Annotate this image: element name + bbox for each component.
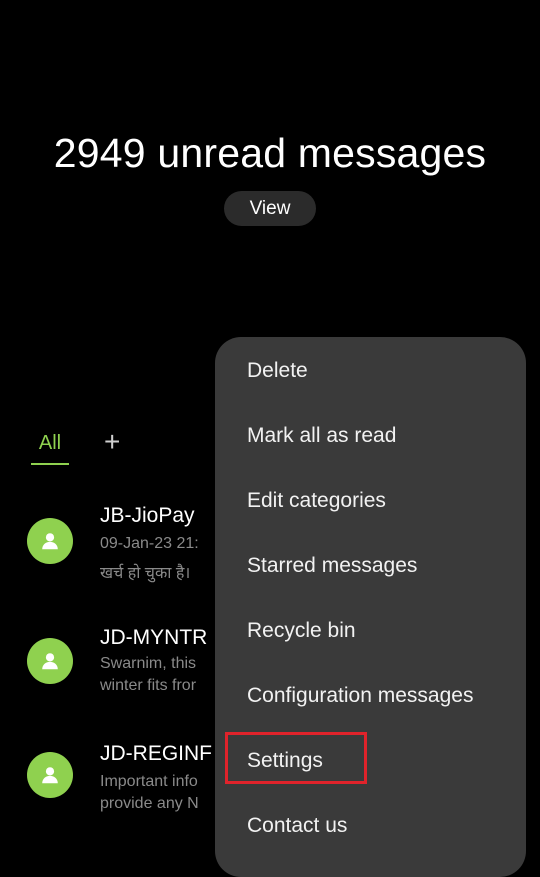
menu-item-mark-all-read[interactable]: Mark all as read bbox=[247, 424, 396, 448]
menu-item-recycle-bin[interactable]: Recycle bin bbox=[247, 619, 356, 643]
tab-all[interactable]: All bbox=[31, 432, 69, 455]
conversation-sender: JB-JioPay bbox=[100, 504, 195, 527]
unread-count-title: 2949 unread messages bbox=[53, 130, 487, 176]
add-category-icon[interactable]: + bbox=[104, 426, 120, 458]
view-button[interactable]: View bbox=[224, 191, 316, 226]
person-icon bbox=[27, 638, 73, 684]
menu-item-starred-messages[interactable]: Starred messages bbox=[247, 554, 417, 578]
settings-highlight-box bbox=[225, 732, 367, 784]
menu-item-configuration-messages[interactable]: Configuration messages bbox=[247, 684, 473, 708]
conversation-preview: provide any N bbox=[100, 795, 199, 812]
conversation-preview: Swarnim, this bbox=[100, 655, 197, 672]
tab-all-underline bbox=[31, 463, 69, 465]
conversation-sender: JD-MYNTR bbox=[100, 626, 208, 649]
menu-item-contact-us[interactable]: Contact us bbox=[247, 814, 347, 838]
conversation-sender: JD-REGINF bbox=[100, 742, 212, 765]
menu-item-edit-categories[interactable]: Edit categories bbox=[247, 489, 386, 513]
person-icon bbox=[27, 518, 73, 564]
conversation-preview: खर्च हो चुका है। bbox=[100, 565, 191, 582]
conversation-date: 09-Jan-23 21: bbox=[100, 535, 199, 552]
person-icon bbox=[27, 752, 73, 798]
conversation-preview: Important info bbox=[100, 773, 198, 790]
overflow-menu: Delete Mark all as read Edit categories … bbox=[215, 337, 526, 877]
conversation-preview: winter fits fror bbox=[100, 677, 197, 694]
menu-item-delete[interactable]: Delete bbox=[247, 359, 308, 383]
